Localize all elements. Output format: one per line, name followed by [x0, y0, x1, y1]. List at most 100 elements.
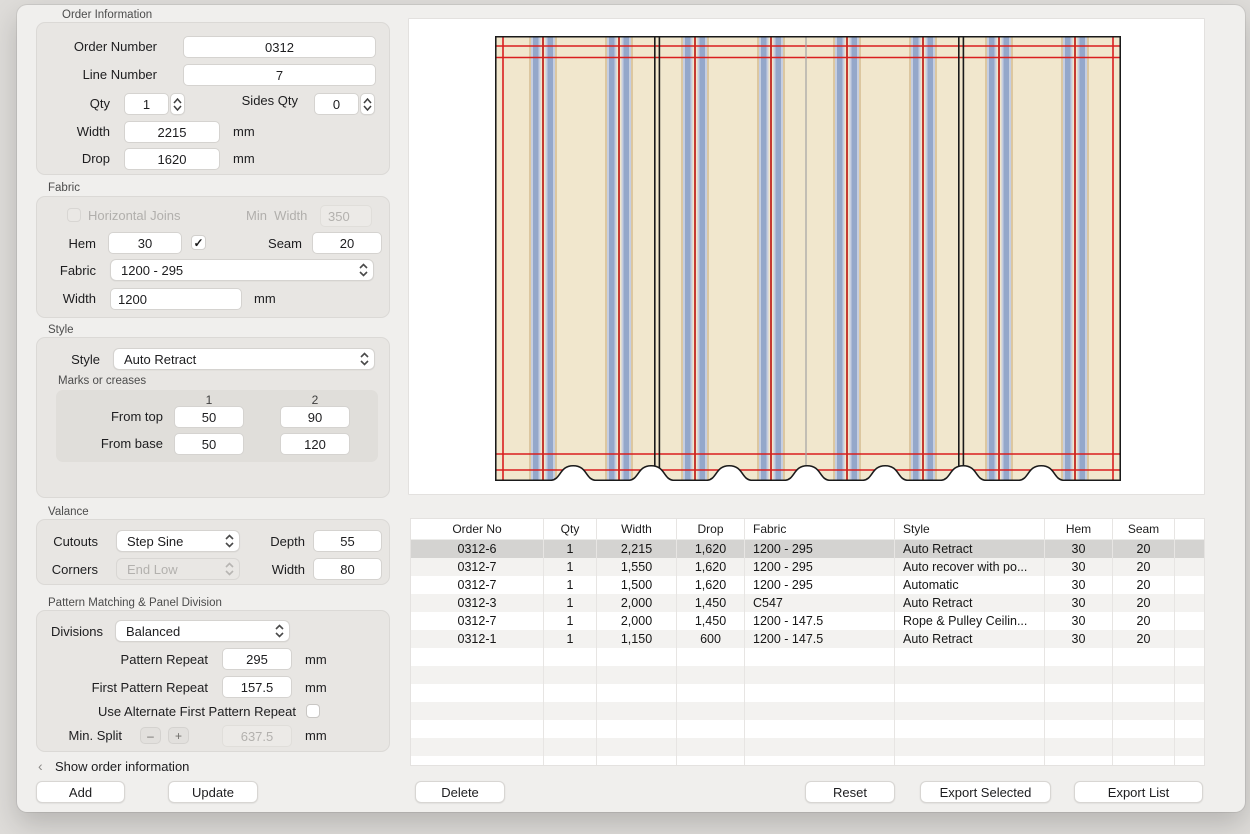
cell-hem: 30 [1045, 576, 1113, 594]
hem-field[interactable] [108, 232, 182, 254]
cutouts-select[interactable]: Step Sine [116, 530, 240, 552]
line-number-field[interactable] [183, 64, 376, 86]
cell-style: Auto Retract [895, 630, 1045, 648]
export-selected-button[interactable]: Export Selected [920, 781, 1051, 803]
from-base-label: From base [73, 436, 163, 451]
cell-filler [1175, 594, 1204, 612]
corners-label: Corners [42, 562, 98, 577]
seam-field[interactable] [312, 232, 382, 254]
cell-drop: 1,620 [677, 558, 745, 576]
from-top-1-field[interactable] [174, 406, 244, 428]
cell-qty: 1 [544, 540, 597, 558]
fabric-preview-panel [408, 18, 1205, 495]
header-width[interactable]: Width [597, 519, 677, 539]
table-row[interactable]: 0312-7 1 2,000 1,450 1200 - 147.5 Rope &… [411, 612, 1204, 630]
drop-field[interactable] [124, 148, 220, 170]
drop-unit: mm [233, 151, 255, 166]
header-hem[interactable]: Hem [1045, 519, 1113, 539]
depth-field[interactable] [313, 530, 382, 552]
min-width-field[interactable] [320, 205, 372, 227]
from-top-2-field[interactable] [280, 406, 350, 428]
cell-hem: 30 [1045, 612, 1113, 630]
show-order-information-link[interactable]: Show order information [55, 759, 189, 774]
cell-hem: 30 [1045, 558, 1113, 576]
valance-width-label: Width [258, 562, 305, 577]
min-split-increment-button[interactable]: + [168, 727, 189, 744]
fabric-width-field[interactable] [110, 288, 242, 310]
update-button[interactable]: Update [168, 781, 258, 803]
cell-style: Automatic [895, 576, 1045, 594]
qty-stepper[interactable] [170, 93, 185, 115]
cell-filler [1175, 540, 1204, 558]
min-split-field[interactable] [222, 725, 292, 747]
min-width-label: Min Width [246, 208, 307, 223]
header-qty[interactable]: Qty [544, 519, 597, 539]
order-number-field[interactable] [183, 36, 376, 58]
corners-select[interactable]: End Low [116, 558, 240, 580]
qty-label: Qty [60, 96, 110, 111]
table-row[interactable]: 0312-3 1 2,000 1,450 C547 Auto Retract 3… [411, 594, 1204, 612]
width-label: Width [40, 124, 110, 139]
header-fabric[interactable]: Fabric [745, 519, 895, 539]
cell-width: 1,550 [597, 558, 677, 576]
fabric-label: Fabric [46, 263, 96, 278]
header-seam[interactable]: Seam [1113, 519, 1175, 539]
min-split-decrement-button[interactable]: – [140, 727, 161, 744]
table-row[interactable]: 0312-7 1 1,550 1,620 1200 - 295 Auto rec… [411, 558, 1204, 576]
use-alternate-checkbox[interactable] [306, 704, 320, 718]
table-row[interactable]: 0312-6 1 2,215 1,620 1200 - 295 Auto Ret… [411, 540, 1204, 558]
from-base-2-field[interactable] [280, 433, 350, 455]
header-order-no[interactable]: Order No [411, 519, 544, 539]
fabric-preview-drawing [495, 36, 1121, 481]
pattern-section-label: Pattern Matching & Panel Division [48, 597, 222, 609]
add-button[interactable]: Add [36, 781, 125, 803]
cell-seam: 20 [1113, 576, 1175, 594]
table-row[interactable]: 0312-1 1 1,150 600 1200 - 147.5 Auto Ret… [411, 630, 1204, 648]
reset-button[interactable]: Reset [805, 781, 895, 803]
pattern-repeat-field[interactable] [222, 648, 292, 670]
divisions-select[interactable]: Balanced [115, 620, 290, 642]
delete-button[interactable]: Delete [415, 781, 505, 803]
header-drop[interactable]: Drop [677, 519, 745, 539]
header-filler [1175, 519, 1204, 539]
header-style[interactable]: Style [895, 519, 1045, 539]
drop-label: Drop [40, 151, 110, 166]
cell-hem: 30 [1045, 594, 1113, 612]
chevron-down-icon [363, 105, 372, 111]
fabric-select[interactable]: 1200 - 295 [110, 259, 374, 281]
order-number-label: Order Number [40, 39, 157, 54]
marks-or-creases-label: Marks or creases [58, 375, 146, 387]
empty-table-row [411, 666, 1204, 684]
horizontal-joins-checkbox[interactable] [67, 208, 81, 222]
collapse-chevron-icon[interactable]: ‹ [38, 758, 43, 774]
first-pattern-repeat-field[interactable] [222, 676, 292, 698]
sides-qty-field[interactable] [314, 93, 359, 115]
cell-seam: 20 [1113, 540, 1175, 558]
from-base-1-field[interactable] [174, 433, 244, 455]
cell-width: 2,215 [597, 540, 677, 558]
cell-qty: 1 [544, 630, 597, 648]
cell-qty: 1 [544, 594, 597, 612]
fabric-section-label: Fabric [48, 182, 80, 194]
horizontal-joins-label: Horizontal Joins [88, 208, 181, 223]
export-list-button[interactable]: Export List [1074, 781, 1203, 803]
min-split-unit: mm [305, 728, 327, 743]
from-top-label: From top [73, 409, 163, 424]
style-select[interactable]: Auto Retract [113, 348, 375, 370]
qty-field[interactable] [124, 93, 169, 115]
hem-checkbox[interactable]: ✓ [191, 235, 206, 250]
style-label: Style [56, 352, 100, 367]
table-row[interactable]: 0312-7 1 1,500 1,620 1200 - 295 Automati… [411, 576, 1204, 594]
divisions-label: Divisions [42, 624, 103, 639]
cell-seam: 20 [1113, 558, 1175, 576]
cell-drop: 1,620 [677, 576, 745, 594]
marks-column-2-header: 2 [280, 393, 350, 407]
valance-width-field[interactable] [313, 558, 382, 580]
cell-order-no: 0312-6 [411, 540, 544, 558]
cell-drop: 600 [677, 630, 745, 648]
sides-qty-stepper[interactable] [360, 93, 375, 115]
cell-width: 2,000 [597, 612, 677, 630]
cell-fabric: 1200 - 147.5 [745, 630, 895, 648]
width-field[interactable] [124, 121, 220, 143]
empty-table-row [411, 648, 1204, 666]
